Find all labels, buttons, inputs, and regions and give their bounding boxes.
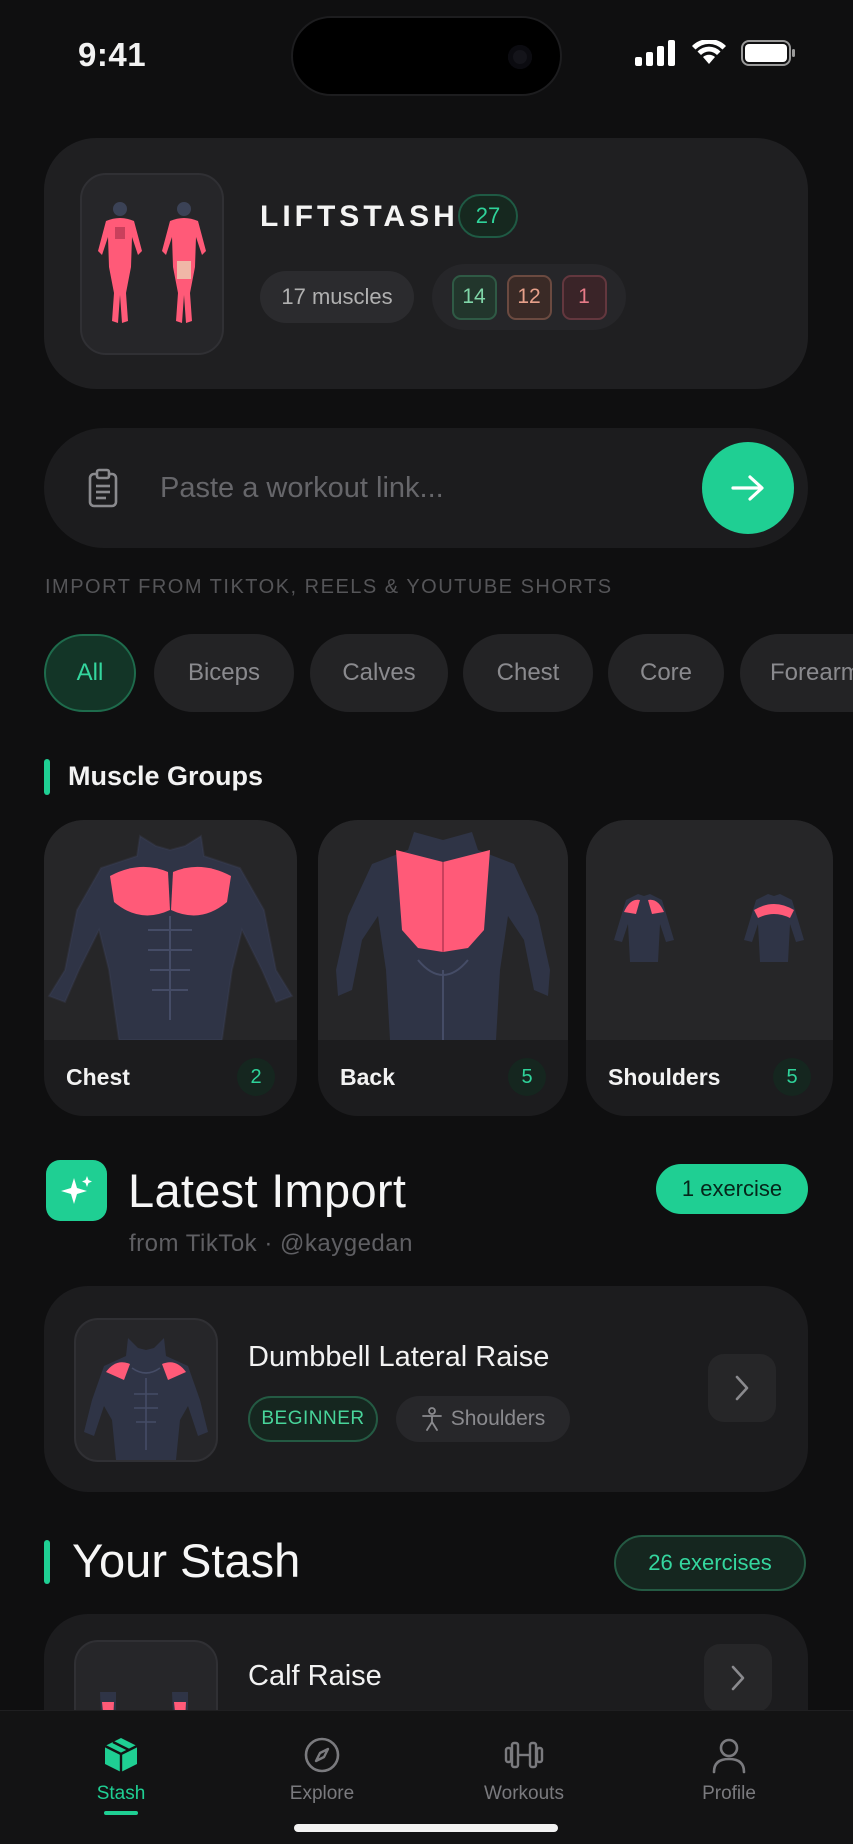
muscle-groups-title: Muscle Groups [68,761,264,791]
import-hint: IMPORT FROM TIKTOK, REELS & YOUTUBE SHOR… [45,576,613,598]
chip-core[interactable]: Core [608,634,724,712]
level-breakdown: 14 12 1 [432,264,626,330]
chip-all[interactable]: All [44,634,136,712]
tab-label: Workouts [484,1783,564,1804]
latest-exercise-card[interactable]: Dumbbell Lateral Raise BEGINNER Shoulder… [44,1286,808,1492]
back-illustration [318,820,568,1040]
difficulty-badge: BEGINNER [248,1396,378,1442]
home-indicator [294,1824,558,1832]
workout-link-bar [44,428,808,548]
body-map-icon [98,202,206,323]
muscle-filter-chips: All Biceps Calves Chest Core Forearms [44,634,853,712]
user-icon [712,1738,746,1774]
muscle-card-shoulders[interactable]: Shoulders 5 [586,820,833,1116]
exercise-name: Dumbbell Lateral Raise [248,1341,550,1373]
chest-illustration [44,820,297,1041]
tab-workouts[interactable]: Workouts [439,1735,609,1815]
latest-import-source: from TikTok · @kaygedan [129,1230,413,1257]
tab-explore[interactable]: Explore [237,1735,407,1815]
tab-label: Explore [289,1783,355,1804]
open-exercise-button[interactable] [704,1644,772,1712]
tab-label: Stash [96,1783,146,1804]
tab-label: Profile [702,1783,756,1804]
muscle-tag-label: Shoulders [450,1407,546,1430]
muscle-card-count: 2 [237,1058,275,1096]
intermediate-count-badge: 12 [506,274,552,320]
chip-calves[interactable]: Calves [310,634,448,712]
stash-count-pill[interactable]: 26 exercises [614,1535,806,1591]
open-exercise-button[interactable] [708,1354,776,1422]
signal-icon [635,40,675,66]
status-time: 9:41 [78,36,147,73]
chip-biceps[interactable]: Biceps [154,634,294,712]
muscle-card-count: 5 [508,1058,546,1096]
exercise-name: Calf Raise [248,1660,382,1692]
body-map-thumbnail [80,173,224,355]
muscle-tag: Shoulders [396,1396,570,1442]
exercise-thumbnail [74,1318,218,1462]
muscle-card-name: Shoulders [608,1064,721,1090]
status-icons [635,40,797,66]
muscle-card-count: 5 [773,1058,811,1096]
arrow-right-icon [731,475,764,501]
chip-chest[interactable]: Chest [463,634,593,712]
chip-forearms[interactable]: Forearms [740,634,853,712]
submit-link-button[interactable] [702,442,794,534]
body-icon [421,1407,442,1431]
advanced-count-badge: 1 [561,274,607,320]
battery-icon [741,40,795,66]
workout-link-input[interactable] [160,458,700,518]
dynamic-island [291,16,562,96]
latest-exercise-count-pill[interactable]: 1 exercise [656,1164,808,1214]
muscles-count-pill: 17 muscles [260,271,414,323]
sparkle-icon [46,1160,107,1221]
latest-import-title: Latest Import [128,1164,407,1217]
section-accent-bar [44,1540,50,1584]
beginner-count-badge: 14 [451,274,497,320]
dumbbell-icon [504,1741,544,1769]
screen: 9:41 LIFTSTASH 27 17 muscles 14 12 1 Pas… [0,0,853,1844]
muscle-card-chest[interactable]: Chest 2 [44,820,297,1116]
compass-icon [304,1737,340,1773]
shoulders-illustration [586,820,833,1040]
chevron-right-icon [731,1665,745,1691]
clipboard-icon[interactable] [88,468,118,508]
box-icon [104,1738,138,1772]
profile-summary-card[interactable]: LIFTSTASH 27 17 muscles 14 12 1 [44,138,808,389]
your-stash-title: Your Stash [72,1534,301,1587]
section-accent-bar [44,759,50,795]
wifi-icon [692,40,726,64]
chevron-right-icon [735,1375,749,1401]
app-brand-title: LIFTSTASH [260,200,459,233]
active-tab-indicator [104,1811,138,1815]
camera-icon [508,45,532,69]
tab-profile[interactable]: Profile [644,1735,814,1815]
muscle-card-name: Back [340,1064,395,1090]
muscle-card-name: Chest [66,1064,130,1090]
total-count-badge: 27 [458,194,518,238]
muscle-card-back[interactable]: Back 5 [318,820,568,1116]
tab-stash[interactable]: Stash [36,1735,206,1815]
